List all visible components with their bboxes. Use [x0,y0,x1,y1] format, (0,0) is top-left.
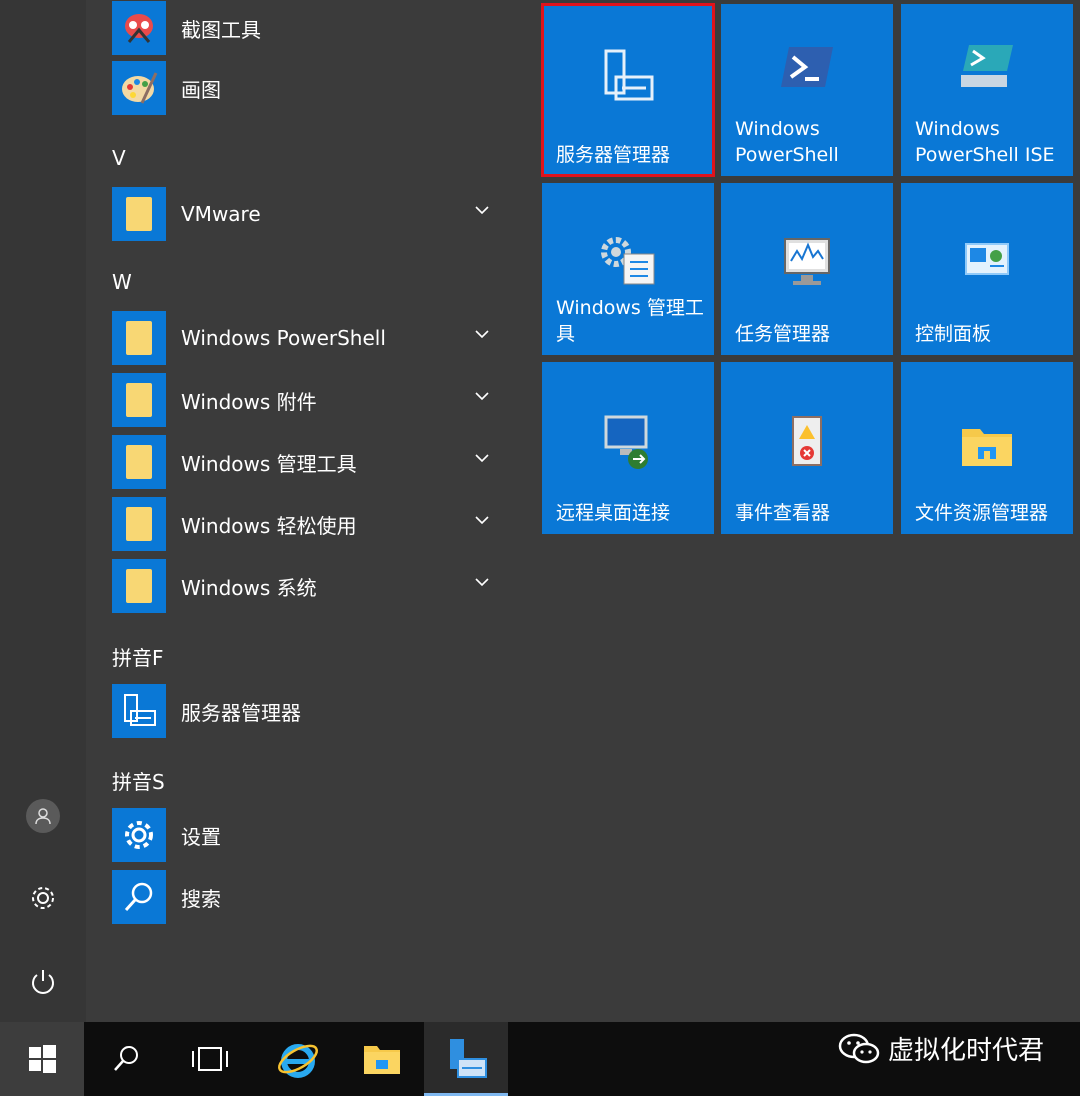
tile-file-explorer[interactable]: 文件资源管理器 [901,362,1073,534]
folder-windows-admin-tools[interactable]: Windows 管理工具 [112,434,512,490]
snipping-tool-icon [112,1,166,55]
chevron-down-icon [475,330,489,339]
app-paint[interactable]: 画图 [112,60,512,116]
user-icon [26,799,60,833]
tile-label: Windows 管理工具 [556,297,704,345]
app-label: 搜索 [181,886,221,911]
taskbar-internet-explorer[interactable] [256,1022,340,1096]
chevron-down-icon [475,392,489,401]
folder-label: Windows 附件 [181,389,317,414]
event-viewer-icon [721,408,893,478]
app-label: 截图工具 [181,17,261,42]
tile-control-panel[interactable]: 控制面板 [901,183,1073,355]
tile-label: 事件查看器 [735,502,831,524]
watermark: 虚拟化时代君 [838,1030,1044,1067]
folder-label: Windows 系统 [181,575,317,600]
tile-label: Windows PowerShell [735,118,839,166]
watermark-text: 虚拟化时代君 [887,1036,1044,1066]
group-header-pinyin-s[interactable]: 拼音S [112,766,165,795]
start-button[interactable] [0,1022,84,1096]
power-button[interactable] [21,960,65,1004]
gear-icon [32,887,54,909]
task-view-icon [192,1047,228,1071]
app-label: 设置 [181,824,221,849]
folder-icon [112,435,166,489]
group-header-w[interactable]: W [112,270,132,294]
powershell-ise-icon [901,32,1073,102]
power-icon [32,970,54,994]
folder-label: Windows 管理工具 [181,451,357,476]
wechat-icon [838,1033,880,1063]
folder-icon [112,497,166,551]
tile-label: 远程桌面连接 [556,502,671,524]
file-explorer-icon [901,410,1073,480]
taskbar-file-explorer[interactable] [340,1022,424,1096]
tile-label: 控制面板 [915,323,992,345]
server-manager-icon [450,1039,487,1078]
tile-task-manager[interactable]: 任务管理器 [721,183,893,355]
folder-icon [112,187,166,241]
tile-label: 文件资源管理器 [915,502,1049,524]
tile-windows-admin-tools[interactable]: Windows 管理工具 [542,183,714,355]
internet-explorer-icon [278,1044,318,1078]
app-search[interactable]: 搜索 [112,869,512,925]
tile-label: 服务器管理器 [556,144,671,166]
paint-icon [112,61,166,115]
server-manager-icon [112,684,166,738]
folder-label: VMware [181,202,261,226]
tile-event-viewer[interactable]: 事件查看器 [721,362,893,534]
app-snipping-tool[interactable]: 截图工具 [112,0,512,56]
taskbar: 虚拟化时代君 [0,1022,1080,1096]
chevron-down-icon [475,206,489,215]
remote-desktop-icon [542,408,714,478]
file-explorer-icon [364,1046,400,1074]
group-header-pinyin-f[interactable]: 拼音F [112,642,164,671]
server-manager-icon [542,44,714,114]
user-account-button[interactable] [21,794,65,838]
folder-windows-ease-of-access[interactable]: Windows 轻松使用 [112,496,512,552]
powershell-icon [721,32,893,102]
app-list: 截图工具 画图 V VMware W Windows PowerShell Wi… [86,0,526,1022]
windows-start-icon [29,1045,56,1073]
chevron-down-icon [475,516,489,525]
tile-windows-powershell-ise[interactable]: Windows PowerShell ISE [901,4,1073,176]
folder-label: Windows PowerShell [181,326,386,350]
folder-label: Windows 轻松使用 [181,513,357,538]
tile-label: Windows PowerShell ISE [915,118,1055,166]
tile-remote-desktop[interactable]: 远程桌面连接 [542,362,714,534]
app-label: 服务器管理器 [181,700,301,725]
taskbar-search-button[interactable] [84,1022,168,1096]
app-server-manager[interactable]: 服务器管理器 [112,683,512,739]
group-header-v[interactable]: V [112,146,126,170]
taskbar-server-manager[interactable] [424,1022,508,1096]
folder-windows-accessories[interactable]: Windows 附件 [112,372,512,428]
search-icon [112,870,166,924]
chevron-down-icon [475,454,489,463]
tile-label: 任务管理器 [735,323,831,345]
settings-button[interactable] [21,876,65,920]
folder-windows-system[interactable]: Windows 系统 [112,558,512,614]
folder-icon [112,373,166,427]
app-label: 画图 [181,77,221,102]
folder-vmware[interactable]: VMware [112,186,512,242]
start-menu-rail [0,0,86,1022]
task-manager-icon [721,227,893,297]
tile-server-manager[interactable]: 服务器管理器 [541,3,715,177]
gear-icon [112,808,166,862]
app-settings[interactable]: 设置 [112,807,512,863]
control-panel-icon [901,227,1073,297]
admin-tools-icon [542,227,714,297]
folder-icon [112,311,166,365]
folder-icon [112,559,166,613]
folder-windows-powershell[interactable]: Windows PowerShell [112,310,512,366]
chevron-down-icon [475,578,489,587]
search-icon [114,1046,138,1071]
task-view-button[interactable] [168,1022,252,1096]
tile-windows-powershell[interactable]: Windows PowerShell [721,4,893,176]
